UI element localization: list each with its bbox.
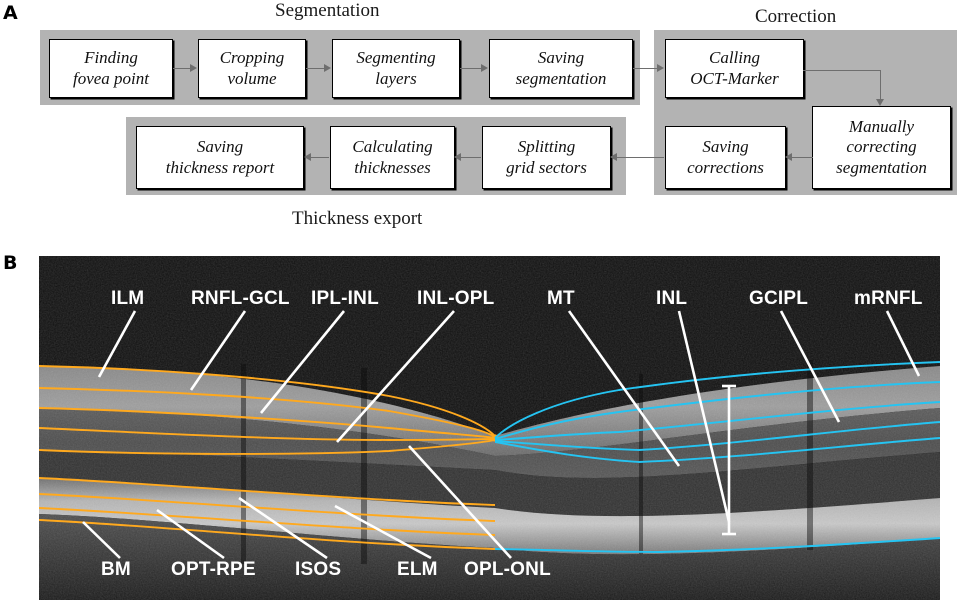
oct-label-inl: INL bbox=[656, 288, 688, 309]
node-segmenting-layers[interactable]: Segmenting layers bbox=[332, 39, 460, 98]
node-saving-corrections[interactable]: Saving corrections bbox=[665, 126, 786, 189]
oct-label-bm: BM bbox=[101, 559, 131, 580]
oct-label-rnfl-gcl: RNFL-GCL bbox=[191, 288, 290, 309]
group-title-segmentation: Segmentation bbox=[275, 0, 380, 21]
arrowhead-finding-to-cropping bbox=[190, 64, 197, 72]
panel-a-letter: A bbox=[3, 2, 18, 24]
oct-label-isos: ISOS bbox=[295, 559, 342, 580]
oct-label-mrnfl: mRNFL bbox=[854, 288, 923, 309]
arrowhead-saving-corrections-to-splitting bbox=[610, 153, 617, 161]
arrow-calling-to-manually-vertical bbox=[880, 70, 881, 100]
arrowhead-calling-to-manually bbox=[876, 99, 884, 106]
oct-label-opl-onl: OPL-ONL bbox=[464, 559, 551, 580]
oct-label-ipl-inl: IPL-INL bbox=[311, 288, 379, 309]
node-calculating-thicknesses[interactable]: Calculating thicknesses bbox=[330, 126, 455, 189]
group-title-correction: Correction bbox=[755, 6, 837, 27]
node-saving-segmentation[interactable]: Saving segmentation bbox=[489, 39, 633, 98]
arrow-finding-to-cropping bbox=[173, 68, 191, 69]
node-finding-fovea-line2: fovea point bbox=[72, 68, 149, 88]
node-manually-correcting-line2: correcting bbox=[846, 137, 917, 157]
oct-label-opt-rpe: OPT-RPE bbox=[171, 559, 256, 580]
arrow-saving-corrections-to-splitting bbox=[615, 157, 664, 158]
node-saving-corrections-line1: Saving bbox=[702, 137, 749, 157]
oct-label-inl-opl: INL-OPL bbox=[417, 288, 495, 309]
arrow-saving-to-calling bbox=[633, 68, 658, 69]
oct-label-ilm: ILM bbox=[111, 288, 145, 309]
node-segmenting-line2: layers bbox=[375, 68, 417, 88]
node-manually-correcting-line3: segmentation bbox=[836, 157, 927, 177]
node-calling-oct-marker[interactable]: Calling OCT-Marker bbox=[665, 39, 804, 98]
node-saving-thickness-report[interactable]: Saving thickness report bbox=[136, 126, 304, 189]
oct-label-elm: ELM bbox=[397, 559, 438, 580]
arrow-segmenting-to-saving bbox=[460, 68, 482, 69]
group-title-thickness-export: Thickness export bbox=[292, 208, 423, 229]
arrow-manually-to-saving-corrections bbox=[790, 157, 813, 158]
arrow-calling-to-manually-horizontal bbox=[803, 70, 881, 71]
panel-a-flowchart: A Segmentation Correction Thickness expo… bbox=[0, 0, 957, 240]
arrowhead-splitting-to-calculating bbox=[454, 153, 461, 161]
node-cropping-volume[interactable]: Cropping volume bbox=[198, 39, 306, 98]
node-saving-report-line1: Saving bbox=[196, 137, 244, 157]
oct-bscan-image: ILM RNFL-GCL IPL-INL INL-OPL MT INL GCIP… bbox=[39, 256, 940, 600]
arrow-cropping-to-segmenting bbox=[306, 68, 325, 69]
node-saving-segmentation-line2: segmentation bbox=[515, 68, 607, 88]
node-finding-fovea-line1: Finding bbox=[84, 48, 138, 68]
node-saving-segmentation-line1: Saving bbox=[537, 48, 585, 68]
panel-b-oct-bscan: B ILM RNFL-GCL IPL-INL INL-OPL MT INL GC… bbox=[0, 240, 957, 605]
arrow-calculating-to-saving-report bbox=[309, 157, 329, 158]
node-manually-correcting-segmentation[interactable]: Manually correcting segmentation bbox=[812, 106, 951, 189]
node-splitting-grid-sectors[interactable]: Splitting grid sectors bbox=[482, 126, 611, 189]
node-calculating-line1: Calculating bbox=[352, 137, 433, 157]
oct-label-mt: MT bbox=[547, 288, 575, 309]
panel-b-letter: B bbox=[3, 252, 18, 274]
node-calling-marker-line1: Calling bbox=[708, 48, 760, 68]
arrowhead-segmenting-to-saving bbox=[481, 64, 488, 72]
node-calculating-line2: thicknesses bbox=[354, 157, 431, 177]
oct-label-gcipl: GCIPL bbox=[749, 288, 809, 309]
arrowhead-saving-to-calling bbox=[657, 64, 664, 72]
node-splitting-line1: Splitting bbox=[517, 137, 576, 157]
arrowhead-calculating-to-saving-report bbox=[304, 153, 311, 161]
arrow-splitting-to-calculating bbox=[459, 157, 481, 158]
node-calling-marker-line2: OCT-Marker bbox=[690, 68, 779, 88]
node-cropping-line2: volume bbox=[227, 68, 277, 88]
node-splitting-line2: grid sectors bbox=[506, 157, 587, 177]
node-saving-corrections-line2: corrections bbox=[687, 157, 764, 177]
arrowhead-cropping-to-segmenting bbox=[324, 64, 331, 72]
arrowhead-manually-to-saving-corrections bbox=[785, 153, 792, 161]
node-manually-correcting-line1: Manually bbox=[848, 117, 915, 137]
node-finding-fovea-point[interactable]: Finding fovea point bbox=[49, 39, 173, 98]
node-segmenting-line1: Segmenting bbox=[356, 48, 436, 68]
node-cropping-line1: Cropping bbox=[219, 48, 285, 68]
node-saving-report-line2: thickness report bbox=[165, 157, 275, 177]
